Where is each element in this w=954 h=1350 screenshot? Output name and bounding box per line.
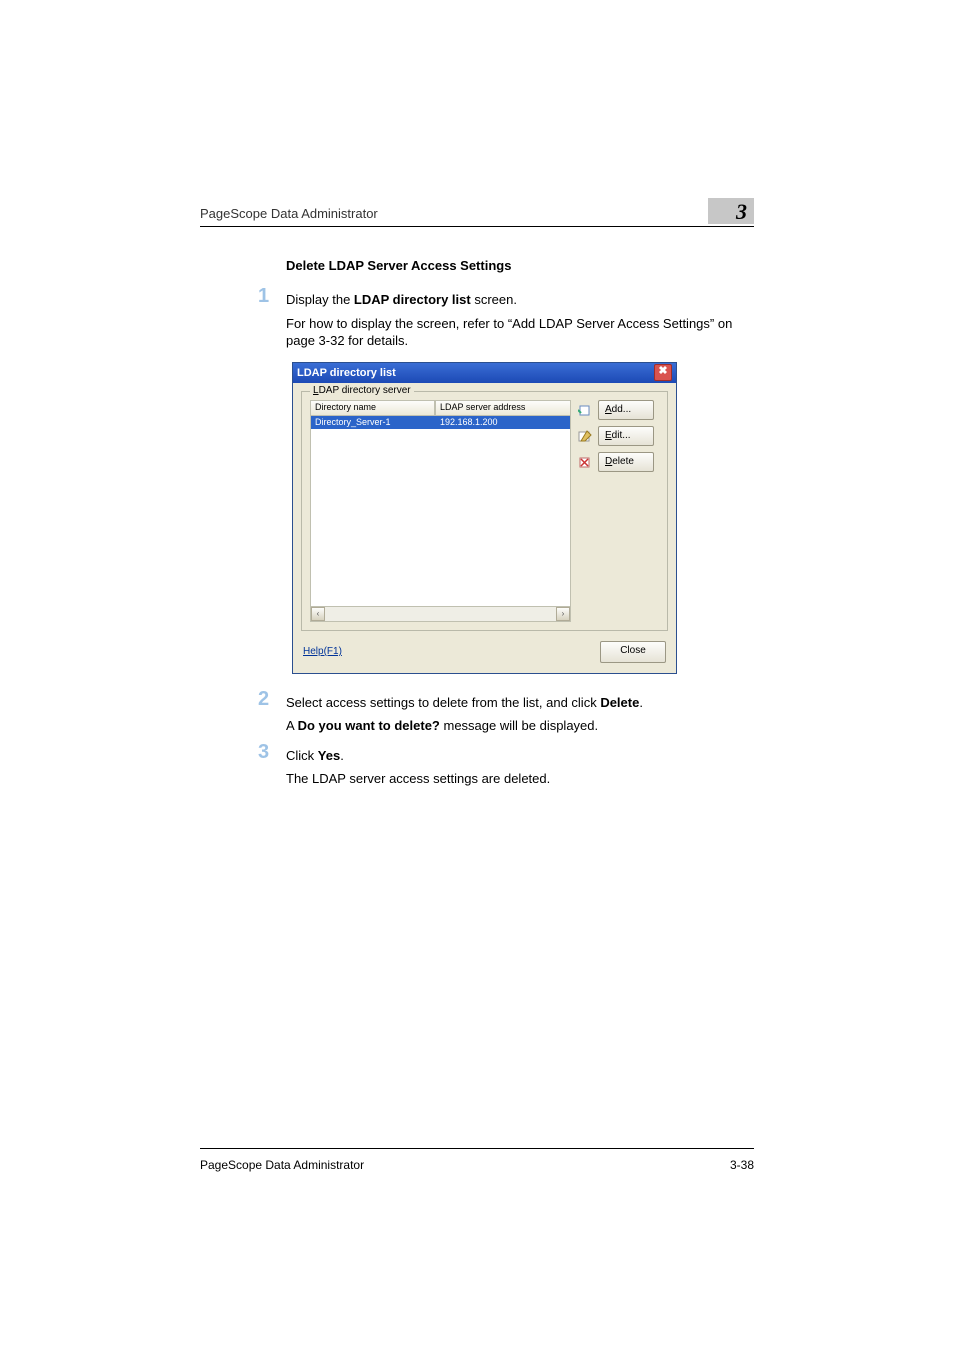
add-button[interactable]: Add... — [598, 400, 654, 420]
text: Click — [286, 748, 318, 763]
content: Delete LDAP Server Access Settings 1 Dis… — [286, 258, 754, 800]
text: message will be displayed. — [440, 718, 598, 733]
text: . — [639, 695, 643, 710]
group-inner: Directory name LDAP server address Direc… — [310, 400, 659, 622]
bold-text: Do you want to delete? — [298, 718, 440, 733]
text: screen. — [471, 292, 517, 307]
cell-directory-name: Directory_Server-1 — [311, 417, 436, 427]
list-row-selected[interactable]: Directory_Server-1 192.168.1.200 — [311, 416, 570, 429]
page: PageScope Data Administrator 3 Delete LD… — [0, 0, 954, 1350]
section-title: Delete LDAP Server Access Settings — [286, 258, 754, 273]
label: elete — [612, 456, 634, 467]
ldap-directory-server-group: LDAP directory server Directory name LDA… — [301, 391, 668, 631]
step-3: 3 Click Yes. The LDAP server access sett… — [286, 747, 754, 788]
running-head: PageScope Data Administrator — [200, 206, 378, 221]
label: dd... — [612, 404, 631, 415]
step-3-detail: The LDAP server access settings are dele… — [286, 770, 754, 788]
edit-icon — [577, 428, 593, 444]
horizontal-scrollbar[interactable]: ‹ › — [310, 607, 571, 622]
dialog-footer: Help(F1) Close — [301, 631, 668, 665]
delete-row: Delete — [577, 452, 659, 472]
server-list: Directory name LDAP server address Direc… — [310, 400, 571, 622]
list-rows[interactable]: Directory_Server-1 192.168.1.200 — [310, 416, 571, 607]
bold-text: Yes — [318, 748, 340, 763]
step-2-detail: A Do you want to delete? message will be… — [286, 717, 754, 735]
footer-left: PageScope Data Administrator — [200, 1158, 364, 1172]
top-rule — [200, 226, 754, 227]
close-icon[interactable]: ✖ — [654, 364, 672, 381]
delete-icon — [577, 454, 593, 470]
scroll-track[interactable] — [325, 607, 556, 621]
column-ldap-server-address[interactable]: LDAP server address — [435, 400, 571, 416]
cell-server-address: 192.168.1.200 — [436, 417, 570, 427]
button-column: Add... — [577, 400, 659, 622]
help-link[interactable]: Help(F1) — [303, 646, 342, 657]
dialog-body: LDAP directory server Directory name LDA… — [293, 383, 676, 673]
dialog-titlebar[interactable]: LDAP directory list ✖ — [293, 363, 676, 383]
add-icon — [577, 402, 593, 418]
text: A — [286, 718, 298, 733]
step-1-body: Display the LDAP directory list screen. … — [286, 291, 754, 350]
bold-text: LDAP directory list — [354, 292, 471, 307]
mnemonic: E — [605, 430, 612, 441]
add-row: Add... — [577, 400, 659, 420]
chapter-number: 3 — [736, 199, 747, 224]
text: . — [340, 748, 344, 763]
scroll-right-icon[interactable]: › — [556, 607, 570, 621]
dialog-title: LDAP directory list — [297, 367, 396, 379]
text: Display the — [286, 292, 354, 307]
group-legend: LDAP directory server — [310, 385, 414, 396]
list-headers: Directory name LDAP server address — [310, 400, 571, 416]
edit-button[interactable]: Edit... — [598, 426, 654, 446]
text: DAP directory server — [319, 385, 411, 396]
label: dit... — [612, 430, 631, 441]
bold-text: Delete — [600, 695, 639, 710]
step-1-number: 1 — [258, 285, 269, 308]
step-3-body: Click Yes. The LDAP server access settin… — [286, 747, 754, 788]
step-1-detail: For how to display the screen, refer to … — [286, 315, 754, 350]
bottom-rule — [200, 1148, 754, 1149]
edit-row: Edit... — [577, 426, 659, 446]
text: Select access settings to delete from th… — [286, 695, 600, 710]
footer-right: 3-38 — [730, 1158, 754, 1172]
ldap-directory-list-dialog: LDAP directory list ✖ LDAP directory ser… — [292, 362, 677, 674]
step-3-number: 3 — [258, 741, 269, 764]
step-2: 2 Select access settings to delete from … — [286, 694, 754, 735]
scroll-left-icon[interactable]: ‹ — [311, 607, 325, 621]
chapter-badge: 3 — [708, 198, 754, 224]
step-2-number: 2 — [258, 688, 269, 711]
mnemonic: A — [605, 404, 612, 415]
delete-button[interactable]: Delete — [598, 452, 654, 472]
close-button[interactable]: Close — [600, 641, 666, 663]
step-2-body: Select access settings to delete from th… — [286, 694, 754, 735]
step-1: 1 Display the LDAP directory list screen… — [286, 291, 754, 350]
column-directory-name[interactable]: Directory name — [310, 400, 435, 416]
